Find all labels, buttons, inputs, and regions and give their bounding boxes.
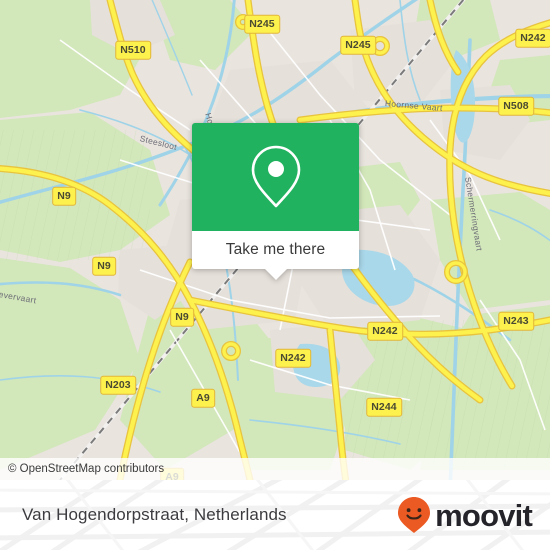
road-shield-n244[interactable]: N244 (366, 397, 402, 417)
map-pin-icon (251, 145, 300, 208)
location-title: Van Hogendorpstraat, Netherlands (22, 505, 287, 524)
popup-header (192, 123, 359, 231)
moovit-brand[interactable]: moovit (397, 480, 533, 550)
road-shield-n203[interactable]: N203 (100, 375, 136, 395)
road-shield-n242-south[interactable]: N242 (275, 348, 311, 368)
map-canvas[interactable]: Steesloot Houtvaart Hoornse Vaart Scherm… (0, 0, 550, 480)
road-shield-n245-west[interactable]: N245 (244, 14, 280, 34)
road-shield-n9-lower[interactable]: N9 (170, 307, 194, 327)
popup-footer[interactable]: Take me there (192, 231, 359, 280)
moovit-map-screenshot: Steesloot Houtvaart Hoornse Vaart Scherm… (0, 0, 550, 550)
road-shield-n508[interactable]: N508 (498, 96, 534, 116)
osm-attribution[interactable]: © OpenStreetMap contributors (0, 458, 550, 480)
road-shield-n242-east[interactable]: N242 (367, 321, 403, 341)
road-shield-n510[interactable]: N510 (115, 40, 151, 60)
moovit-smiley-pin-icon (398, 497, 431, 533)
road-shield-n243[interactable]: N243 (498, 311, 534, 331)
road-shield-n9-mid[interactable]: N9 (92, 256, 116, 276)
road-shield-n245-east[interactable]: N245 (340, 35, 376, 55)
moovit-wordmark: moovit (435, 497, 533, 533)
location-popup-card[interactable]: Take me there (192, 123, 359, 280)
road-shield-n9-upper[interactable]: N9 (52, 186, 76, 206)
footer-bar: Van Hogendorpstraat, Netherlands moovit (0, 480, 550, 550)
popup-pointer-tail (264, 269, 287, 280)
road-shield-a9-upper[interactable]: A9 (191, 388, 215, 408)
road-shield-n242-north[interactable]: N242 (515, 28, 550, 48)
take-me-there-label: Take me there (225, 241, 326, 258)
